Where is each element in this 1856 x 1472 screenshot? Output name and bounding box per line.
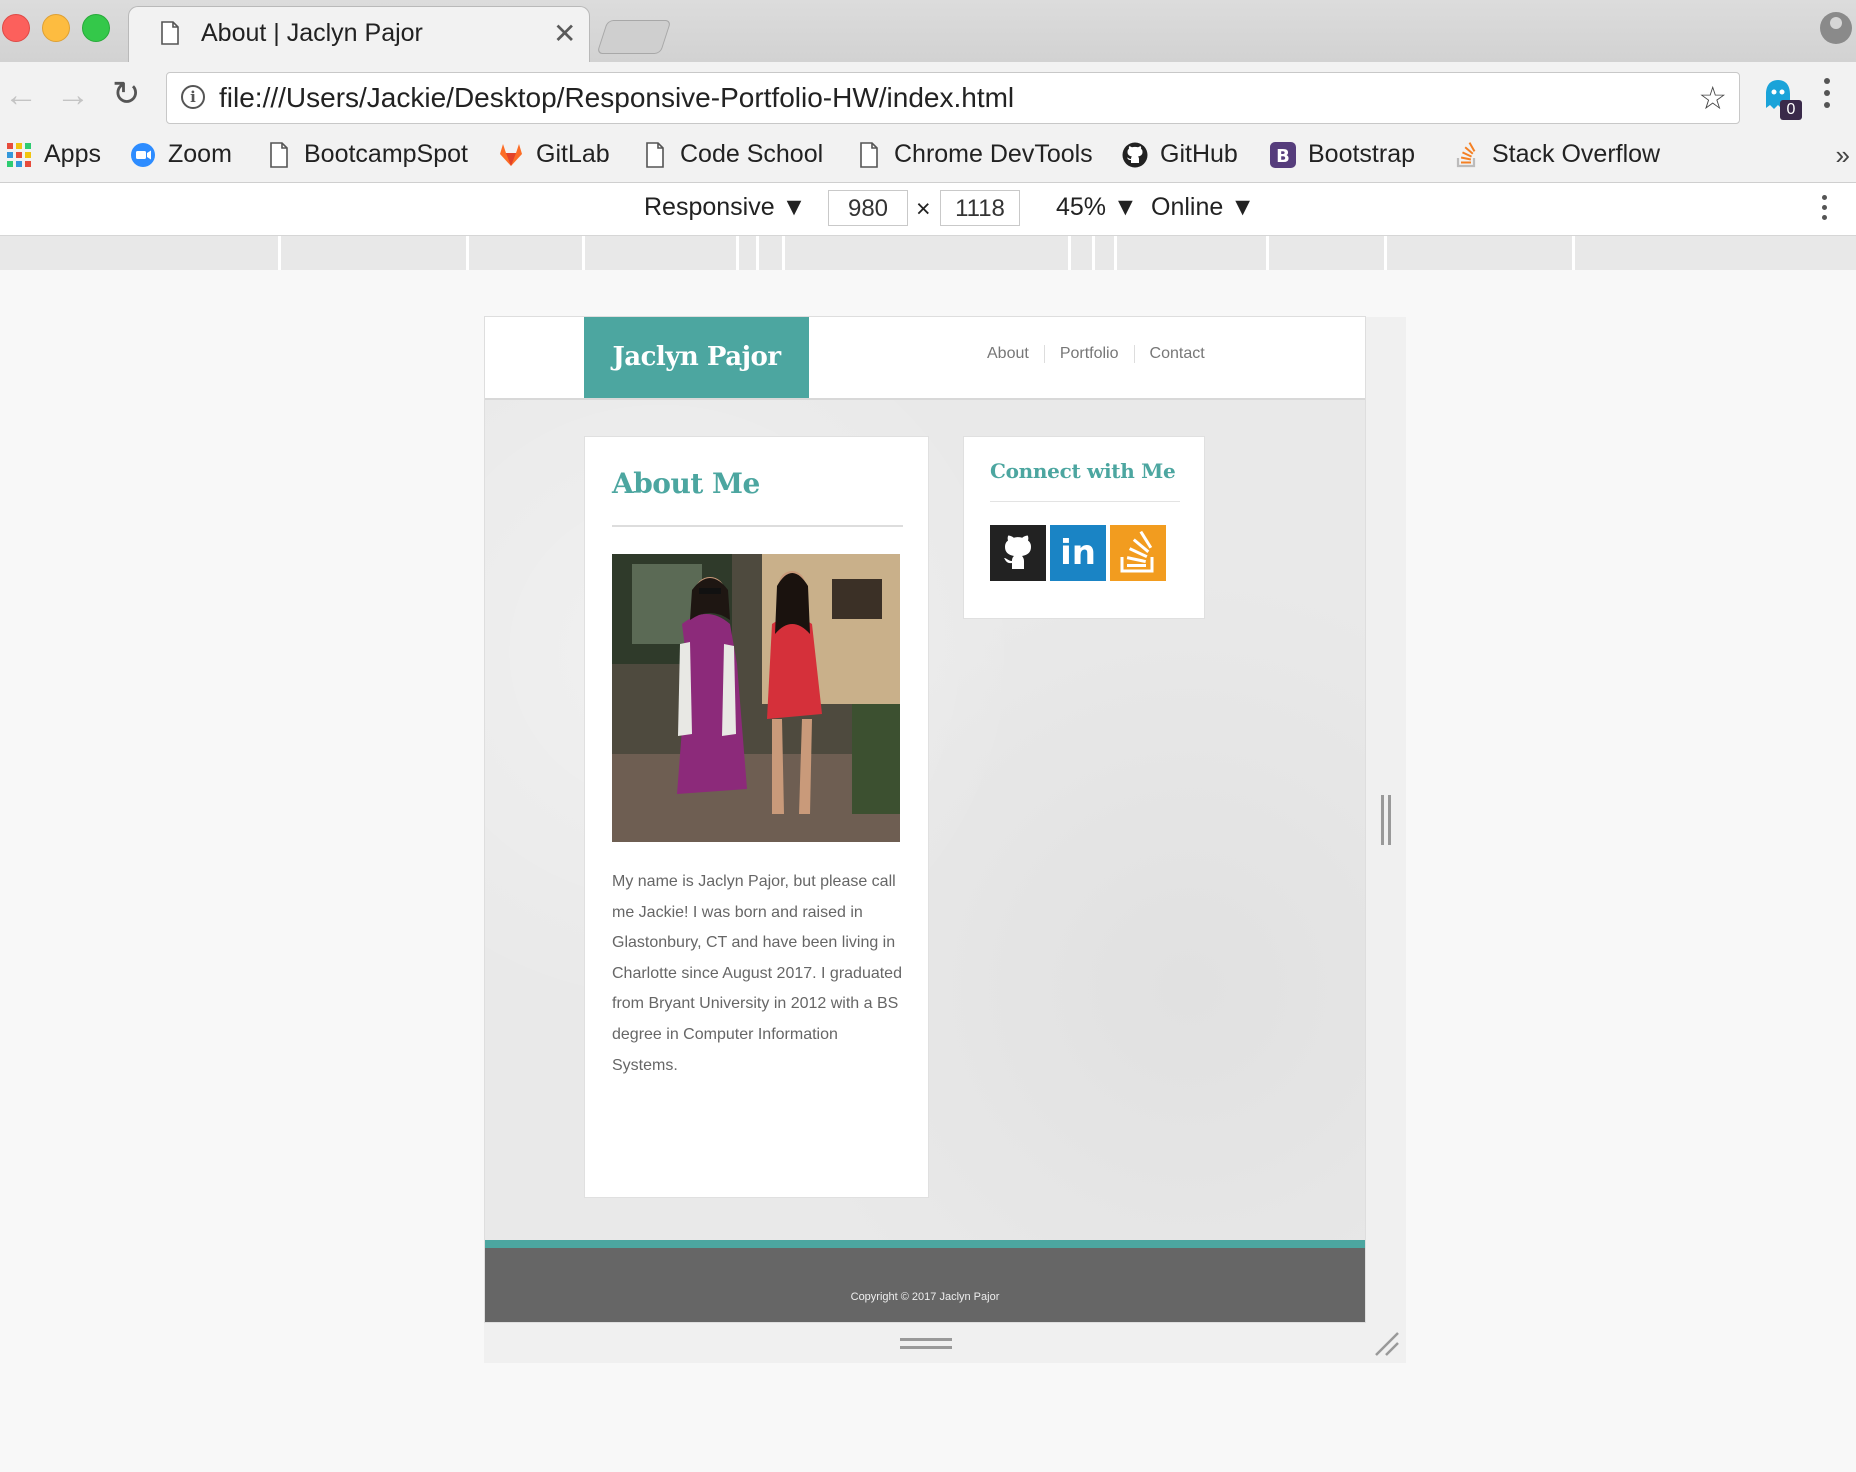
divider	[612, 525, 903, 527]
stackoverflow-icon[interactable]	[1110, 525, 1166, 581]
connect-heading: Connect with Me	[990, 459, 1176, 483]
bookmark-label: GitHub	[1160, 140, 1238, 168]
viewport-width-input[interactable]: 980	[828, 190, 908, 226]
svg-text:B: B	[1276, 146, 1290, 167]
info-icon[interactable]: i	[181, 85, 205, 109]
bookmark-bootcampspot[interactable]: BootcampSpot	[266, 140, 468, 169]
media-query-bar[interactable]	[0, 236, 1856, 270]
address-bar[interactable]: i file:///Users/Jackie/Desktop/Responsiv…	[166, 72, 1740, 124]
resize-handle-right[interactable]	[1381, 795, 1393, 845]
resize-handle-bottom[interactable]	[900, 1338, 952, 1354]
footer-accent-bar	[485, 1240, 1365, 1248]
site-brand-logo[interactable]: Jaclyn Pajor	[584, 317, 809, 398]
portfolio-page: Jaclyn Pajor About Portfolio Contact Abo…	[484, 316, 1366, 1323]
bookmark-label: GitLab	[536, 140, 610, 168]
linkedin-icon-text: in	[1060, 533, 1096, 573]
bookmark-apps[interactable]: Apps	[6, 140, 101, 169]
bookmark-star-icon[interactable]: ☆	[1698, 79, 1727, 117]
about-section: About Me My name is Jaclyn Pajor, but pl…	[584, 436, 929, 1198]
forward-button[interactable]: →	[56, 76, 90, 115]
bookmark-label: Bootstrap	[1308, 140, 1416, 168]
url-text[interactable]: file:///Users/Jackie/Desktop/Responsive-…	[219, 82, 1014, 114]
nav-link-about[interactable]: About	[972, 345, 1044, 363]
resize-handle-corner[interactable]	[1372, 1329, 1400, 1357]
apps-grid-icon	[7, 142, 31, 167]
extension-badge: 0	[1780, 100, 1802, 120]
nav-link-contact[interactable]: Contact	[1133, 345, 1220, 363]
gitlab-icon	[500, 143, 522, 166]
maximize-window-button[interactable]	[82, 14, 110, 42]
bookmark-label: BootcampSpot	[304, 140, 468, 168]
device-viewport: Jaclyn Pajor About Portfolio Contact Abo…	[0, 271, 1856, 1472]
close-tab-icon[interactable]: ✕	[553, 17, 576, 50]
page-icon	[646, 141, 664, 168]
device-mode-dropdown[interactable]: Responsive ▼	[644, 193, 806, 222]
copyright-text: Copyright © 2017 Jaclyn Pajor	[850, 1291, 1000, 1303]
site-navigation: About Portfolio Contact	[972, 345, 1220, 363]
github-icon	[1122, 142, 1148, 167]
bookmark-label: Chrome DevTools	[894, 140, 1093, 168]
github-icon[interactable]	[990, 525, 1046, 581]
divider	[990, 501, 1180, 502]
bookmarks-bar: Apps Zoom BootcampSpot GitLab Code Schoo…	[0, 134, 1856, 183]
site-footer: Copyright © 2017 Jaclyn Pajor	[485, 1248, 1365, 1322]
bookmarks-overflow-button[interactable]: »	[1836, 140, 1850, 171]
tab-about[interactable]: About | Jaclyn Pajor ✕	[128, 6, 590, 62]
minimize-window-button[interactable]	[42, 14, 70, 42]
reload-button[interactable]: ↻	[112, 74, 141, 114]
page-icon	[860, 141, 878, 168]
page-icon	[161, 21, 179, 45]
network-throttle-dropdown[interactable]: Online ▼	[1151, 193, 1255, 222]
bookmark-label: Zoom	[168, 140, 232, 168]
bookmark-zoom[interactable]: Zoom	[130, 140, 232, 169]
connect-section: Connect with Me in	[963, 436, 1205, 619]
site-header: Jaclyn Pajor About Portfolio Contact	[485, 317, 1365, 400]
bookmark-label: Code School	[680, 140, 824, 168]
tab-title: About | Jaclyn Pajor	[201, 19, 423, 47]
browser-toolbar: ← → ↻ i file:///Users/Jackie/Desktop/Res…	[0, 62, 1856, 134]
profile-icon[interactable]	[1820, 12, 1852, 44]
about-paragraph: My name is Jaclyn Pajor, but please call…	[612, 873, 902, 1074]
new-tab-button[interactable]	[596, 20, 672, 54]
bookmark-label: Apps	[44, 140, 101, 168]
device-toolbar: Responsive ▼ 980 × 1118 45% ▼ Online ▼	[0, 183, 1856, 236]
bootstrap-icon: B	[1270, 141, 1296, 168]
window-title-bar: About | Jaclyn Pajor ✕	[0, 0, 1856, 62]
site-main: About Me My name is Jaclyn Pajor, but pl…	[485, 400, 1365, 1240]
bookmark-label: Stack Overflow	[1492, 140, 1661, 168]
bookmark-chrome-devtools[interactable]: Chrome DevTools	[856, 140, 1093, 169]
back-button[interactable]: ←	[4, 76, 38, 115]
stackoverflow-icon	[1456, 141, 1476, 167]
page-icon	[270, 141, 288, 168]
bookmark-github[interactable]: GitHub	[1122, 140, 1238, 169]
nav-link-portfolio[interactable]: Portfolio	[1043, 345, 1134, 363]
profile-photo	[612, 554, 900, 842]
zoom-icon	[131, 142, 155, 167]
viewport-height-input[interactable]: 1118	[940, 190, 1020, 226]
chrome-menu-icon[interactable]	[1824, 78, 1830, 114]
bookmark-code-school[interactable]: Code School	[642, 140, 823, 169]
device-toolbar-menu-icon[interactable]	[1822, 195, 1828, 225]
dimension-separator: ×	[916, 195, 931, 223]
linkedin-icon[interactable]: in	[1050, 525, 1106, 581]
about-heading: About Me	[612, 467, 760, 500]
bookmark-bootstrap[interactable]: B Bootstrap	[1270, 140, 1415, 169]
zoom-dropdown[interactable]: 45% ▼	[1056, 193, 1138, 222]
close-window-button[interactable]	[2, 14, 30, 42]
bookmark-stack-overflow[interactable]: Stack Overflow	[1454, 140, 1660, 169]
bookmark-gitlab[interactable]: GitLab	[498, 140, 610, 169]
